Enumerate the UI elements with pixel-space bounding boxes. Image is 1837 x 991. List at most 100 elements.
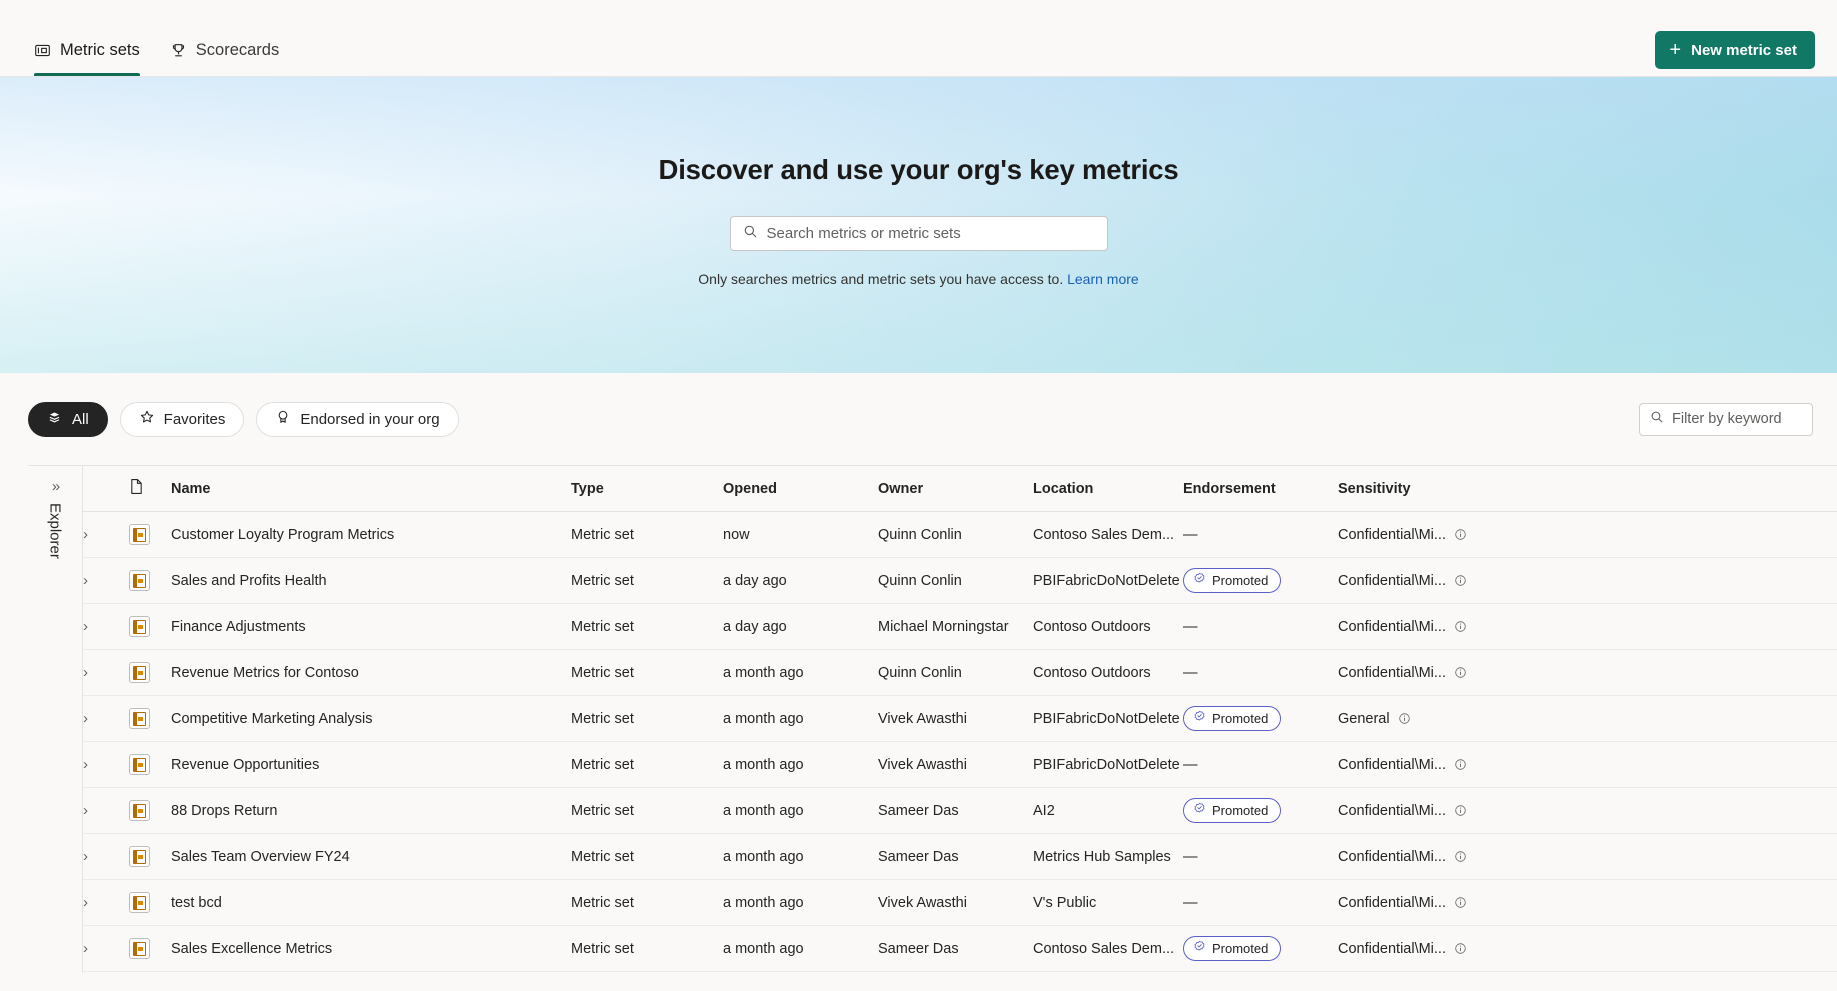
table-row[interactable]: › Revenue Opportunities Metric set a month …	[83, 741, 1837, 788]
row-expand-cell[interactable]: ›	[83, 925, 129, 972]
row-endorsement-cell: —	[1183, 511, 1338, 558]
table-row[interactable]: › test bcd Metric set a month ago Vivek Awas…	[83, 879, 1837, 926]
info-icon[interactable]	[1454, 804, 1467, 817]
row-name-cell[interactable]: Competitive Marketing Analysis	[171, 695, 571, 742]
info-icon[interactable]	[1398, 712, 1411, 725]
sensitivity-label: General	[1338, 710, 1390, 727]
learn-more-link[interactable]: Learn more	[1067, 271, 1139, 287]
table-row[interactable]: › Sales Team Overview FY24 Metric set a mon…	[83, 833, 1837, 880]
row-expand-cell[interactable]: ›	[83, 695, 129, 742]
table-row-partial[interactable]: ›	[83, 972, 1837, 974]
info-icon[interactable]	[1454, 666, 1467, 679]
endorsement-empty: —	[1183, 526, 1198, 543]
row-owner-cell: Quinn Conlin	[878, 649, 1033, 696]
row-icon-cell	[129, 741, 171, 788]
filter-pill-group: All Favorites Endorsed in your org	[28, 401, 459, 437]
chevron-right-icon[interactable]: ›	[83, 894, 88, 911]
table-row[interactable]: › Sales Excellence Metrics Metric set a mon…	[83, 925, 1837, 972]
row-name-cell[interactable]: Revenue Metrics for Contoso	[171, 649, 571, 696]
filter-keyword-box[interactable]	[1639, 402, 1813, 436]
table-header-row: Name Type Opened Owner Location Endorsem…	[83, 465, 1837, 512]
filter-pill-all[interactable]: All	[28, 401, 108, 437]
row-expand-cell[interactable]: ›	[83, 511, 129, 558]
row-expand-cell[interactable]: ›	[83, 603, 129, 650]
tab-metric-sets[interactable]: Metric sets	[22, 0, 152, 76]
chevron-right-icon[interactable]: ›	[83, 572, 88, 589]
table-row[interactable]: › Competitive Marketing Analysis Metric se…	[83, 695, 1837, 742]
info-icon[interactable]	[1454, 896, 1467, 909]
filter-pill-favorites[interactable]: Favorites	[119, 401, 245, 437]
row-name-cell[interactable]: Customer Loyalty Program Metrics	[171, 511, 571, 558]
col-owner[interactable]: Owner	[878, 465, 1033, 512]
row-icon-cell	[129, 695, 171, 742]
table-row[interactable]: › Finance Adjustments Metric set a day ago M…	[83, 603, 1837, 650]
col-name[interactable]: Name	[171, 465, 571, 512]
chevron-right-icon[interactable]: ›	[83, 710, 88, 727]
filter-pill-endorsed[interactable]: Endorsed in your org	[256, 401, 459, 437]
seal-check-icon	[1193, 940, 1206, 957]
row-expand-cell[interactable]: ›	[83, 833, 129, 880]
row-name-cell[interactable]: test bcd	[171, 879, 571, 926]
chevron-right-icon[interactable]: ›	[83, 940, 88, 957]
tab-scorecards[interactable]: Scorecards	[158, 0, 291, 76]
col-file-icon[interactable]	[129, 465, 171, 512]
row-name-cell[interactable]: Finance Adjustments	[171, 603, 571, 650]
metric-set-icon	[129, 616, 150, 637]
row-expand-cell[interactable]: ›	[83, 879, 129, 926]
info-icon[interactable]	[1454, 942, 1467, 955]
col-endorsement[interactable]: Endorsement	[1183, 465, 1338, 512]
col-type[interactable]: Type	[571, 465, 723, 512]
metric-set-icon	[129, 708, 150, 729]
endorsement-badge[interactable]: Promoted	[1183, 568, 1282, 593]
chevron-right-icon[interactable]: ›	[83, 756, 88, 773]
row-icon-cell	[129, 603, 171, 650]
col-location[interactable]: Location	[1033, 465, 1183, 512]
chevron-right-icon[interactable]: ›	[83, 664, 88, 681]
new-metric-set-button[interactable]: + New metric set	[1655, 31, 1815, 69]
chevron-right-icon[interactable]: ›	[83, 848, 88, 865]
filter-toolbar: All Favorites Endorsed in your org	[0, 373, 1837, 465]
table-row[interactable]: › Customer Loyalty Program Metrics Metric …	[83, 511, 1837, 558]
row-expand-cell[interactable]: ›	[83, 741, 129, 788]
endorsement-badge[interactable]: Promoted	[1183, 706, 1282, 731]
row-endorsement-cell: Promoted	[1183, 557, 1338, 604]
endorsement-badge[interactable]: Promoted	[1183, 936, 1282, 961]
row-name-cell[interactable]: Sales Team Overview FY24	[171, 833, 571, 880]
info-icon[interactable]	[1454, 574, 1467, 587]
filter-keyword-input[interactable]	[1672, 411, 1802, 427]
row-name-cell[interactable]	[171, 972, 1837, 974]
col-opened[interactable]: Opened	[723, 465, 878, 512]
chevron-right-icon[interactable]: ›	[83, 526, 88, 543]
row-name-cell[interactable]: Revenue Opportunities	[171, 741, 571, 788]
sensitivity-label: Confidential\Mi...	[1338, 802, 1446, 819]
hero-banner: Discover and use your org's key metrics …	[0, 77, 1837, 373]
row-icon-cell	[129, 833, 171, 880]
chevron-right-icon[interactable]: ›	[83, 618, 88, 635]
row-name-cell[interactable]: 88 Drops Return	[171, 787, 571, 834]
row-icon-cell	[129, 649, 171, 696]
row-name-cell[interactable]: Sales Excellence Metrics	[171, 925, 571, 972]
info-icon[interactable]	[1454, 620, 1467, 633]
row-expand-cell[interactable]: ›	[83, 557, 129, 604]
row-expand-cell[interactable]: ›	[83, 972, 129, 974]
explorer-panel-collapsed[interactable]: » Explorer	[28, 465, 83, 973]
search-input[interactable]	[766, 225, 1095, 242]
table-row[interactable]: › Sales and Profits Health Metric set a day…	[83, 557, 1837, 604]
table-row[interactable]: › 88 Drops Return Metric set a month ago Sam…	[83, 787, 1837, 834]
hero-search-box[interactable]	[729, 216, 1108, 251]
row-expand-cell[interactable]: ›	[83, 787, 129, 834]
row-icon-cell	[129, 511, 171, 558]
info-icon[interactable]	[1454, 528, 1467, 541]
chevron-right-icon[interactable]: ›	[83, 802, 88, 819]
info-icon[interactable]	[1454, 758, 1467, 771]
col-sensitivity[interactable]: Sensitivity	[1338, 465, 1837, 512]
endorsement-badge[interactable]: Promoted	[1183, 798, 1282, 823]
row-expand-cell[interactable]: ›	[83, 649, 129, 696]
row-type-cell: Metric set	[571, 511, 723, 558]
sensitivity-label: Confidential\Mi...	[1338, 756, 1446, 773]
filter-pill-favorites-label: Favorites	[163, 410, 226, 428]
info-icon[interactable]	[1454, 850, 1467, 863]
row-type-cell: Metric set	[571, 925, 723, 972]
row-name-cell[interactable]: Sales and Profits Health	[171, 557, 571, 604]
table-row[interactable]: › Revenue Metrics for Contoso Metric set a …	[83, 649, 1837, 696]
